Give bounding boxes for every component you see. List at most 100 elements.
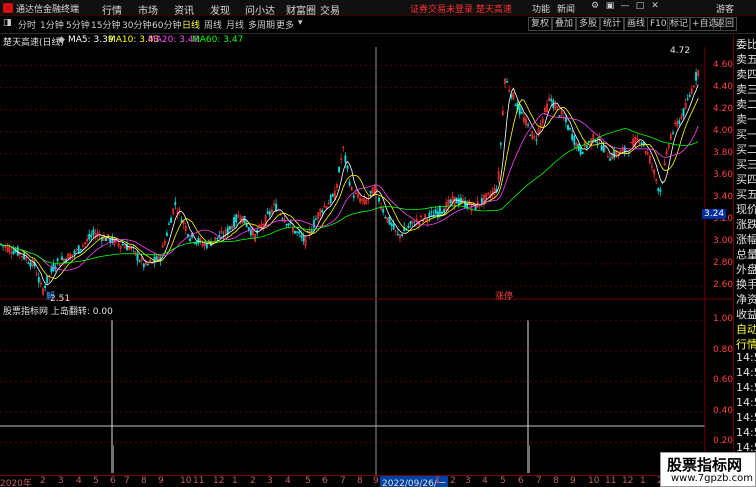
date-tick-label: 4 [285, 476, 291, 486]
date-tick-label: 1 [640, 476, 646, 486]
date-tick-label: 10 [180, 476, 192, 486]
tab-weekly[interactable]: 周线 [204, 18, 222, 31]
date-axis: 2020年 2 3 4 5 6 7 8 9 10 11 12 1 2 3 4 5 6 7 8 9 2022/09/26/一… [0, 475, 733, 487]
settings-icon[interactable]: ⚙ [588, 1, 602, 14]
candle-body [298, 231, 301, 234]
candle-body [27, 262, 30, 265]
candle-body [672, 132, 674, 134]
ind-tick-label: 1.00 [713, 314, 734, 325]
candle-body [378, 197, 380, 202]
close-icon[interactable]: ✕ [648, 1, 662, 14]
side-label: 净资 [736, 293, 756, 306]
candle-body [29, 262, 32, 267]
price-tick-label: 2.60 [713, 279, 734, 290]
ma-settings-icon[interactable]: ◆ [58, 35, 65, 45]
side-label: 卖五 [736, 53, 756, 66]
candle-body [348, 181, 351, 186]
mark-button[interactable]: 标记 [667, 17, 692, 31]
menu-zixun[interactable]: 资讯 [174, 2, 194, 17]
candle-body [564, 117, 567, 123]
side-label: 卖三 [736, 83, 756, 96]
multi-stock-button[interactable]: 多股 [576, 17, 601, 31]
price-tick-label: 3.00 [713, 235, 734, 246]
watermark-url: www.7gpzb.com [671, 473, 753, 484]
draw-line-button[interactable]: 画线 [624, 17, 649, 31]
candle-body [640, 142, 643, 144]
candle-body [384, 217, 387, 219]
candle-body [407, 225, 410, 229]
candle-body [247, 227, 250, 230]
restore-rights-button[interactable]: 复权 [528, 17, 553, 31]
ma60-value: MA60: 3.47 [192, 35, 244, 45]
date-tick-label: 9 [158, 476, 164, 486]
candle-body [136, 254, 139, 261]
back-button[interactable]: 返回 [713, 17, 738, 31]
candle-body [23, 252, 26, 260]
tab-1min[interactable]: 1分钟 [40, 18, 64, 31]
price-tick-label: 4.60 [713, 59, 734, 70]
skin-icon[interactable]: ▣ [603, 1, 617, 14]
candle-body [121, 243, 124, 246]
menu-hangqing[interactable]: 行情 [102, 2, 122, 17]
side-label: 买五 [736, 188, 756, 201]
tab-split-icon[interactable]: ◨ [3, 18, 12, 28]
candle-body [50, 267, 53, 273]
date-tick-label: 5 [93, 476, 99, 486]
ind-tick-label: 0.40 [713, 405, 734, 416]
date-tick-label: 12 [622, 476, 634, 486]
ma10-line [0, 97, 699, 280]
tab-daily[interactable]: 日线 [182, 18, 200, 31]
tab-5min[interactable]: 5分钟 [66, 18, 90, 31]
news-button[interactable]: 新闻 [557, 2, 575, 15]
menu-shichang[interactable]: 市场 [138, 2, 158, 17]
indicator-chart[interactable] [0, 300, 733, 475]
stats-button[interactable]: 统计 [600, 17, 625, 31]
tab-60min[interactable]: 60分钟 [152, 18, 181, 31]
menu-faxian[interactable]: 发现 [210, 2, 230, 17]
app-title: 通达信金融终端 [16, 5, 80, 15]
chevron-down-icon[interactable]: ▾ [298, 18, 303, 28]
candle-body [168, 223, 170, 225]
candle-body [678, 120, 681, 125]
side-label: 总量 [736, 248, 756, 261]
candle-body [77, 245, 80, 254]
event-label-zhangting: 涨停 [495, 292, 514, 302]
user-label[interactable]: 游客 [716, 2, 734, 15]
login-alert[interactable]: 证券交易未登录 楚天高速 [410, 2, 512, 15]
tab-multi-period[interactable]: 多周期 [248, 18, 275, 31]
function-button[interactable]: 功能 [532, 2, 550, 15]
period-tab-bar: ◨ 分时 1分钟 5分钟 15分钟 30分钟 60分钟 日线 周线 月线 多周期… [0, 16, 756, 34]
date-tick-label: 7 [536, 476, 542, 486]
minimize-icon[interactable]: — [618, 1, 632, 14]
candle-body [174, 202, 177, 205]
kline-chart[interactable] [0, 47, 733, 300]
candle-body [520, 111, 523, 114]
menu-jiaoyi[interactable]: 交易 [320, 2, 340, 17]
ind-tick-label: 0.20 [713, 436, 734, 447]
overlay-button[interactable]: 叠加 [552, 17, 577, 31]
side-label: 卖一 [736, 113, 756, 126]
watermark-title: 股票指标网 [667, 456, 743, 474]
candle-body [392, 224, 395, 230]
tab-more[interactable]: 更多 [276, 18, 294, 31]
candle-body [12, 250, 15, 255]
candle-body [138, 260, 141, 262]
tab-30min[interactable]: 30分钟 [122, 18, 151, 31]
candle-body [401, 234, 404, 236]
candle-body [233, 217, 236, 228]
tab-fenshi[interactable]: 分时 [18, 18, 36, 31]
candle-body [529, 134, 532, 137]
date-tick-label: 7 [124, 476, 130, 486]
menu-wenxiaoda[interactable]: 问小达 [245, 2, 275, 17]
candle-body [352, 195, 355, 198]
menu-caifuquan[interactable]: 财富圈 [286, 2, 316, 17]
candle-body [338, 166, 341, 173]
candle-body [382, 209, 385, 213]
candle-body [37, 277, 40, 283]
candle-body [558, 115, 561, 117]
maximize-icon[interactable]: □ [633, 1, 647, 14]
tab-monthly[interactable]: 月线 [226, 18, 244, 31]
candle-body [369, 190, 372, 194]
date-tick-label: 1 [435, 476, 441, 486]
tab-15min[interactable]: 15分钟 [91, 18, 120, 31]
